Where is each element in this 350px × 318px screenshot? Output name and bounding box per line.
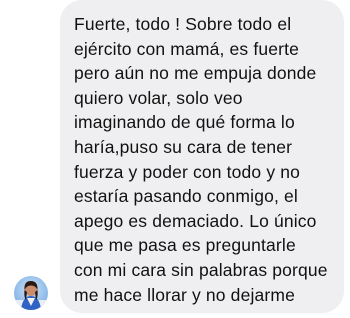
message-line: imaginando de qué forma lo bbox=[74, 112, 295, 133]
message-line: me hace llorar y no dejarme bbox=[74, 284, 295, 305]
message-line: que me pasa es preguntarle bbox=[74, 235, 296, 256]
message-text: Fuerte, todo ! Sobre todo el ejército co… bbox=[74, 12, 330, 307]
message-line: con mi cara sin palabras porque bbox=[74, 259, 328, 280]
avatar-photo bbox=[14, 276, 48, 310]
message-line: quiero volar, solo veo bbox=[74, 87, 243, 108]
message-line: haría,puso su cara de tener bbox=[74, 136, 293, 157]
sender-avatar-icon[interactable] bbox=[14, 276, 48, 310]
message-line: Fuerte, todo ! Sobre todo el bbox=[74, 14, 292, 34]
message-line: fuerza y poder con todo y no bbox=[74, 161, 301, 182]
message-line: pero aún no me empuja donde bbox=[74, 63, 317, 84]
chat-screen: Fuerte, todo ! Sobre todo el ejército co… bbox=[0, 0, 350, 318]
message-line: estaría pasando conmigo, el bbox=[74, 186, 298, 207]
message-line: apego es demaciado. Lo único bbox=[74, 210, 317, 231]
message-line: ejército con mamá, es fuerte bbox=[74, 38, 299, 59]
received-message-bubble[interactable]: Fuerte, todo ! Sobre todo el ejército co… bbox=[60, 0, 344, 313]
